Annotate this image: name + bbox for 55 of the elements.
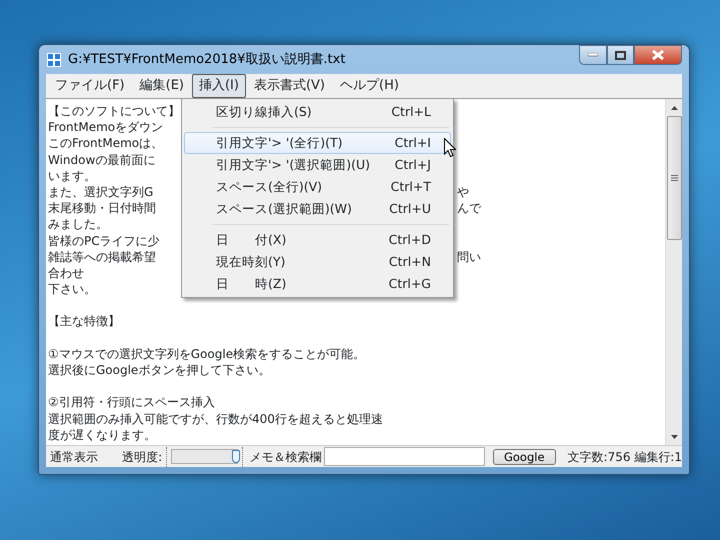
text-line: また、選択文字列G: [48, 184, 154, 200]
text-line: このFrontMemoは、: [48, 136, 164, 150]
maximize-icon: [615, 50, 626, 60]
text-fragment: や: [457, 184, 470, 200]
menu-option[interactable]: 現在時刻(Y) Ctrl+N: [184, 251, 451, 273]
menu-option[interactable]: スペース(全行)(V) Ctrl+T: [184, 176, 451, 198]
text-line: 【このソフトについて】: [48, 104, 180, 118]
menu-option[interactable]: 日 付(X) Ctrl+D: [184, 229, 451, 251]
opacity-label: 透明度:: [122, 448, 162, 466]
text-line: 末尾移動・日付時間: [48, 200, 157, 216]
window-title: G:¥TEST¥FrontMemo2018¥取扱い説明書.txt: [68, 50, 346, 69]
text-line: 【主な特徴】: [48, 314, 120, 328]
app-icon: [46, 52, 62, 68]
text-line: ①マウスでの選択文字列をGoogle検索をすることが可能。: [48, 346, 366, 361]
text-line: 皆様のPCライフに少: [48, 234, 160, 248]
menu-item[interactable]: 表示書式(V): [246, 74, 332, 98]
menu-option[interactable]: 引用文字'> '(全行)(T) Ctrl+I: [184, 132, 451, 154]
menu-item[interactable]: 挿入(I): [192, 74, 246, 98]
memo-search-label: メモ＆検索欄: [249, 448, 322, 466]
menu-item[interactable]: ファイル(F): [48, 74, 132, 98]
view-mode-label: 通常表示: [49, 448, 99, 466]
text-line: います。: [48, 168, 96, 183]
text-line: 選択範囲のみ挿入可能ですが、行数が400行を超えると処理速: [48, 412, 383, 426]
close-button[interactable]: [634, 45, 682, 65]
text-line: 雑誌等への掲載希望: [48, 248, 157, 265]
text-line: ②引用符・行頭にスペース挿入: [48, 395, 215, 410]
minimize-icon: [588, 53, 598, 57]
text-line: 選択後にGoogleボタンを押して下さい。: [48, 363, 270, 377]
close-icon: [652, 50, 664, 60]
slider-thumb[interactable]: [232, 450, 240, 463]
text-line: 下さい。: [48, 282, 96, 296]
mouse-cursor-icon: [444, 138, 456, 157]
text-line: 度が遅くなります。: [48, 428, 156, 442]
text-fragment: んで: [457, 200, 482, 216]
vertical-scrollbar[interactable]: [665, 99, 682, 445]
opacity-slider[interactable]: [171, 449, 238, 464]
search-field[interactable]: [324, 447, 485, 466]
scroll-thumb[interactable]: [666, 116, 682, 240]
menu-option[interactable]: 区切り線挿入(S) Ctrl+L: [184, 101, 451, 123]
text-line: みました。: [48, 217, 108, 232]
text-fragment: 問い: [457, 248, 482, 265]
minimize-button[interactable]: [579, 45, 607, 65]
menu-option[interactable]: 日 時(Z) Ctrl+G: [184, 273, 451, 295]
scroll-up-icon[interactable]: [670, 106, 678, 110]
text-line: 合わせ: [48, 266, 84, 280]
menu-item[interactable]: 編集(E): [132, 74, 191, 98]
maximize-button[interactable]: [607, 45, 634, 65]
menu-item[interactable]: ヘルプ(H): [333, 74, 406, 98]
google-button[interactable]: Google: [492, 448, 556, 464]
character-count: 文字数:756 編集行:1: [568, 448, 682, 466]
text-line: Windowの最前面に: [48, 152, 156, 167]
menu-option[interactable]: スペース(選択範囲)(W) Ctrl+U: [184, 198, 451, 220]
scroll-down-icon[interactable]: [670, 434, 678, 438]
text-line: FrontMemoをダウン: [48, 120, 164, 134]
menu-option[interactable]: 引用文字'> '(選択範囲)(U) Ctrl+J: [184, 154, 451, 176]
